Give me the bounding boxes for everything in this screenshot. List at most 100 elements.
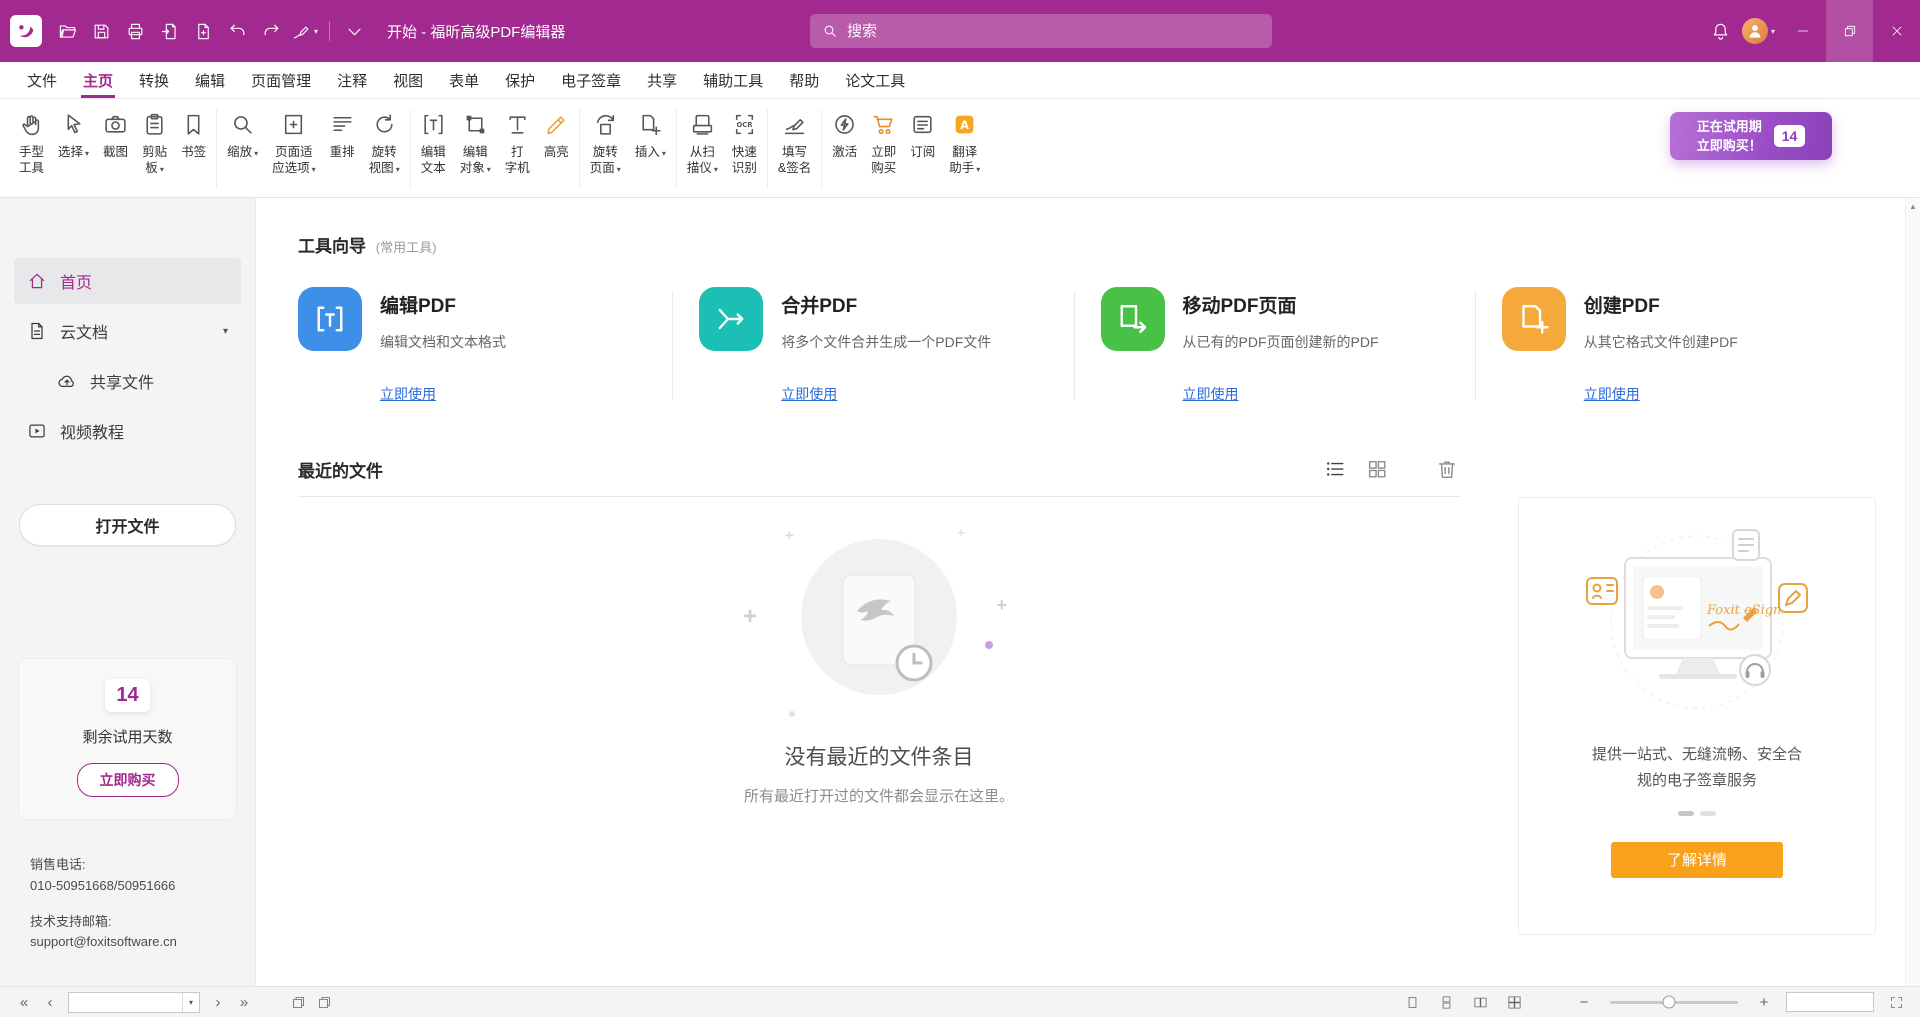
- search-input[interactable]: [847, 23, 1260, 40]
- tool-fill-sign[interactable]: 填写 &签名: [771, 107, 818, 177]
- clear-recent-button[interactable]: [1434, 456, 1460, 482]
- menu-item-表单[interactable]: 表单: [436, 62, 492, 98]
- menu-item-帮助[interactable]: 帮助: [776, 62, 832, 98]
- continuous-facing-view-button[interactable]: [1502, 990, 1526, 1014]
- tool-activate[interactable]: 激活: [825, 107, 864, 160]
- page-number-input[interactable]: [69, 993, 182, 1012]
- zoom-slider[interactable]: [1610, 1001, 1738, 1004]
- open-file-button[interactable]: [50, 12, 84, 50]
- tool-snapshot[interactable]: 截图: [96, 107, 135, 160]
- menu-item-编辑[interactable]: 编辑: [182, 62, 238, 98]
- menu-item-保护[interactable]: 保护: [492, 62, 548, 98]
- tool-zoom[interactable]: 缩放▾: [220, 107, 265, 160]
- menu-item-电子签章[interactable]: 电子签章: [548, 62, 634, 98]
- esign-quick-button[interactable]: ▾: [288, 12, 322, 50]
- trial-badge[interactable]: 正在试用期 立即购买！ 14: [1670, 112, 1832, 160]
- move-pdf-pages-icon: [1101, 287, 1165, 351]
- use-now-link[interactable]: 立即使用: [1584, 384, 1640, 404]
- zoom-out-button[interactable]: −: [1572, 990, 1596, 1014]
- restore-button[interactable]: [1826, 0, 1873, 62]
- close-button[interactable]: [1873, 0, 1920, 62]
- create-pdf-button[interactable]: [186, 12, 220, 50]
- continuous-view-button[interactable]: [1434, 990, 1458, 1014]
- customize-quick-toolbar-button[interactable]: [337, 12, 371, 50]
- learn-more-button[interactable]: 了解详情: [1611, 842, 1783, 878]
- chevron-down-icon[interactable]: ▾: [223, 326, 228, 337]
- scroll-up-arrow-icon[interactable]: ▲: [1909, 202, 1917, 211]
- single-page-view-button[interactable]: [1400, 990, 1424, 1014]
- sparkle-plus-icon: +: [743, 603, 757, 631]
- tool-rotate-pages[interactable]: 旋转 页面▾: [583, 107, 628, 177]
- tool-edit-text[interactable]: 编辑 文本: [414, 107, 453, 177]
- quick-ocr-icon: [732, 112, 757, 137]
- menu-item-共享[interactable]: 共享: [634, 62, 690, 98]
- ribbon-tools: 手型 工具选择▾截图剪贴 板▾书签缩放▾页面适 应选项▾重排旋转 视图▾编辑 文…: [12, 107, 987, 189]
- sidebar-item-home[interactable]: 首页: [14, 258, 241, 304]
- sidebar-item-shared-files[interactable]: 共享文件: [44, 358, 241, 404]
- page-preview-button[interactable]: [312, 990, 336, 1014]
- zoom-level-box[interactable]: [1786, 992, 1874, 1012]
- list-view-button[interactable]: [1322, 456, 1348, 482]
- grid-view-button[interactable]: [1364, 456, 1390, 482]
- next-page-button[interactable]: ›: [206, 990, 230, 1014]
- menu-item-主页[interactable]: 主页: [70, 62, 126, 98]
- account-menu-button[interactable]: ▾: [1738, 12, 1779, 50]
- carousel-dot-active[interactable]: [1678, 811, 1694, 816]
- tool-hand-tool[interactable]: 手型 工具: [12, 107, 51, 177]
- save-button[interactable]: [84, 12, 118, 50]
- esign-brand-text: Foxit eSign: [1706, 603, 1781, 618]
- print-button[interactable]: [118, 12, 152, 50]
- tool-subscribe[interactable]: 订阅: [903, 107, 942, 160]
- page-number-box[interactable]: ▾: [68, 992, 200, 1013]
- tool-page-fit[interactable]: 页面适 应选项▾: [265, 107, 323, 177]
- tool-buy-now[interactable]: 立即 购买: [864, 107, 903, 177]
- esign-promo-card: Foxit eSign 提供一站式、无缝流畅、安全合 规的电子签章服务: [1518, 497, 1876, 935]
- tool-select[interactable]: 选择▾: [51, 107, 96, 160]
- menu-item-转换[interactable]: 转换: [126, 62, 182, 98]
- menu-item-文件[interactable]: 文件: [14, 62, 70, 98]
- tool-highlight[interactable]: 高亮: [537, 107, 576, 160]
- open-file-sidebar-button[interactable]: 打开文件: [19, 504, 236, 546]
- zoom-slider-thumb[interactable]: [1662, 996, 1675, 1009]
- snapshot-pages-button[interactable]: [286, 990, 310, 1014]
- search-box[interactable]: [810, 14, 1272, 48]
- tool-reflow[interactable]: 重排: [323, 107, 362, 160]
- export-pdf-button[interactable]: [152, 12, 186, 50]
- tool-rotate-view[interactable]: 旋转 视图▾: [362, 107, 407, 177]
- sidebar-item-cloud-docs[interactable]: 云文档▾: [14, 308, 241, 354]
- menu-item-注释[interactable]: 注释: [324, 62, 380, 98]
- menu-item-论文工具[interactable]: 论文工具: [832, 62, 918, 98]
- notifications-button[interactable]: [1704, 12, 1738, 50]
- support-email-address[interactable]: support@foxitsoftware.cn: [30, 932, 239, 952]
- last-page-button[interactable]: »: [232, 990, 256, 1014]
- zoom-level-input[interactable]: [1787, 993, 1873, 1011]
- page-dropdown-caret-icon[interactable]: ▾: [182, 993, 199, 1012]
- sidebar-item-video-tutorials[interactable]: 视频教程: [14, 408, 241, 454]
- menu-item-视图[interactable]: 视图: [380, 62, 436, 98]
- prev-page-button[interactable]: ‹: [38, 990, 62, 1014]
- tool-quick-ocr[interactable]: 快速 识别: [725, 107, 764, 177]
- fullscreen-button[interactable]: [1884, 990, 1908, 1014]
- menu-item-辅助工具[interactable]: 辅助工具: [690, 62, 776, 98]
- tool-clipboard[interactable]: 剪贴 板▾: [135, 107, 174, 177]
- carousel-dot[interactable]: [1700, 811, 1716, 816]
- tool-typewriter[interactable]: 打 字机: [498, 107, 537, 177]
- use-now-link[interactable]: 立即使用: [1183, 384, 1239, 404]
- tools-guide-subtitle: (常用工具): [376, 240, 437, 255]
- buy-now-button[interactable]: 立即购买: [77, 763, 179, 797]
- use-now-link[interactable]: 立即使用: [380, 384, 436, 404]
- first-page-button[interactable]: «: [12, 990, 36, 1014]
- tool-insert[interactable]: 插入▾: [628, 107, 673, 160]
- undo-button[interactable]: [220, 12, 254, 50]
- tool-translate-assistant[interactable]: 翻译 助手▾: [942, 107, 987, 177]
- redo-button[interactable]: [254, 12, 288, 50]
- tool-from-scanner[interactable]: 从扫 描仪▾: [680, 107, 725, 177]
- menu-item-页面管理[interactable]: 页面管理: [238, 62, 324, 98]
- use-now-link[interactable]: 立即使用: [781, 384, 837, 404]
- zoom-in-button[interactable]: +: [1752, 990, 1776, 1014]
- tool-edit-object[interactable]: 编辑 对象▾: [453, 107, 498, 177]
- content-scrollbar[interactable]: ▲: [1905, 198, 1920, 986]
- facing-view-button[interactable]: [1468, 990, 1492, 1014]
- tool-bookmark[interactable]: 书签: [174, 107, 213, 160]
- minimize-button[interactable]: [1779, 0, 1826, 62]
